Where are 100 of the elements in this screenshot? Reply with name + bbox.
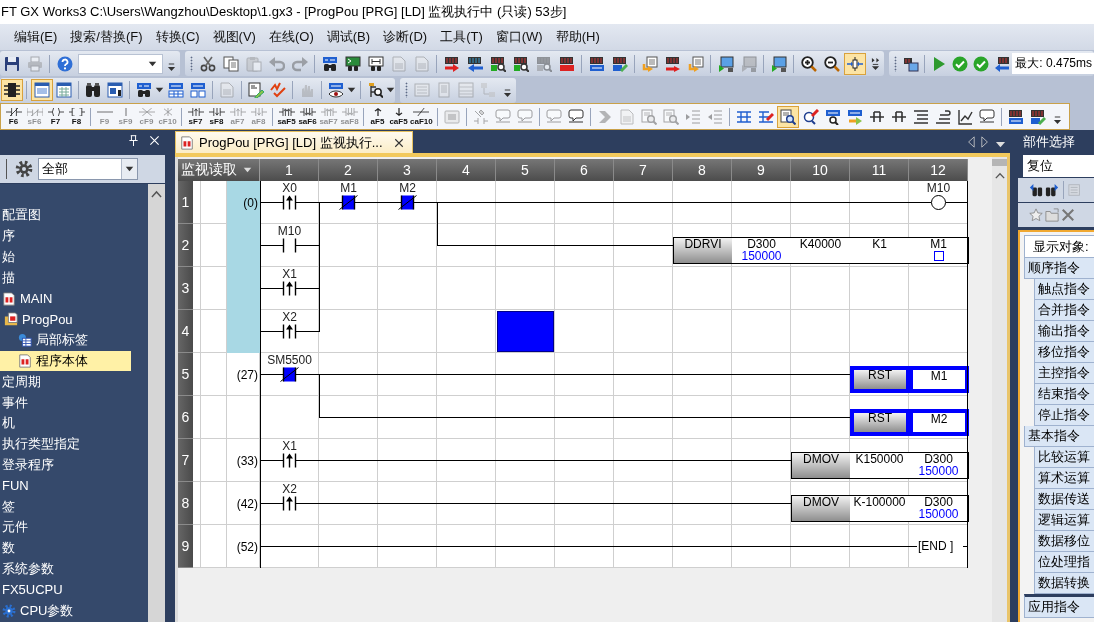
scrollbar[interactable]: [992, 157, 1007, 622]
module-screen-icon[interactable]: [902, 55, 919, 72]
list-item[interactable]: 算术运算: [1034, 468, 1094, 489]
scroll-up-icon[interactable]: [151, 190, 162, 198]
binoculars-arrow-icon[interactable]: [1029, 183, 1043, 197]
list-item[interactable]: 结束指令: [1034, 384, 1094, 405]
chart-lines-icon[interactable]: [956, 108, 973, 125]
ladder-key-button[interactable]: saF6: [297, 104, 318, 129]
ladder-key-button[interactable]: caF5: [388, 104, 409, 129]
menu-item[interactable]: 转换(C): [155, 28, 200, 46]
list-item[interactable]: 触点指令: [1034, 279, 1094, 300]
ladder-key-button[interactable]: saF5: [276, 104, 297, 129]
tree-item[interactable]: 程序本体: [0, 350, 131, 372]
table-window-icon[interactable]: [56, 82, 72, 98]
document-arrow-icon[interactable]: [687, 55, 704, 72]
menu-item[interactable]: 编辑(E): [14, 28, 58, 46]
module-magnifier-icon[interactable]: [512, 55, 529, 72]
tag-binoculars-icon[interactable]: [321, 55, 338, 72]
ladder-key-button[interactable]: F7: [45, 104, 66, 129]
caret-down-icon[interactable]: [995, 140, 1006, 148]
tree-item[interactable]: 机: [0, 412, 19, 434]
search-field[interactable]: 复位: [1023, 155, 1094, 177]
list-item[interactable]: 位处理指: [1034, 552, 1094, 573]
bracket-binoculars-icon[interactable]: [367, 55, 384, 72]
close-icon[interactable]: [393, 137, 404, 148]
overflow-icon[interactable]: [1052, 115, 1062, 124]
grid-pencil-icon[interactable]: [757, 108, 774, 125]
cut-icon[interactable]: [199, 55, 216, 72]
tree-item[interactable]: CPU参数: [0, 600, 78, 621]
module-pencil-icon[interactable]: [1029, 108, 1046, 125]
check-circle-icon[interactable]: [951, 55, 968, 72]
tree-item[interactable]: 数: [0, 537, 19, 559]
menu-item[interactable]: 搜索/替换(F): [70, 28, 143, 46]
cross-icon[interactable]: [1061, 208, 1075, 222]
ladder-key-button[interactable]: aF5: [367, 104, 388, 129]
toolbar-grip[interactable]: [894, 55, 898, 72]
menu-item[interactable]: 在线(O): [268, 28, 314, 46]
tree-item[interactable]: 元件: [0, 516, 32, 538]
screen-play-icon[interactable]: [717, 55, 734, 72]
list-item[interactable]: 逻辑运算: [1034, 510, 1094, 531]
document-arrow-icon[interactable]: [641, 55, 658, 72]
triangle-left-icon[interactable]: [967, 136, 975, 148]
category-header[interactable]: 应用指令: [1024, 594, 1094, 618]
tag-table-icon[interactable]: [168, 82, 184, 98]
tree-item[interactable]: MAIN: [0, 288, 57, 309]
tree-item[interactable]: ProgPou: [0, 309, 77, 330]
speech-bubble-icon[interactable]: [567, 108, 584, 125]
tag-table-icon[interactable]: [190, 82, 206, 98]
tree-item[interactable]: 定周期: [0, 371, 45, 393]
ladder-rung-icon[interactable]: [868, 108, 885, 125]
overflow-icon[interactable]: [503, 89, 512, 97]
list-item[interactable]: 输出指令: [1034, 321, 1094, 342]
module-magnifier-icon[interactable]: [489, 55, 506, 72]
module-arrow-icon[interactable]: [443, 55, 460, 72]
list-item[interactable]: 数据转换: [1034, 573, 1094, 594]
binoculars-icon[interactable]: [85, 82, 101, 98]
list-item[interactable]: 移位指令: [1034, 342, 1094, 363]
zoom-out-icon[interactable]: [823, 55, 840, 72]
binoculars-arrow-icon[interactable]: [1045, 183, 1059, 197]
caret-down-icon[interactable]: [347, 87, 356, 93]
list-item[interactable]: 比较运算: [1034, 447, 1094, 468]
module-arrow-icon[interactable]: [664, 55, 681, 72]
tag-magnifier-icon[interactable]: [824, 108, 841, 125]
ladder-key-button[interactable]: sF8: [206, 104, 227, 129]
scrollbar[interactable]: [148, 184, 165, 622]
check-circle-icon[interactable]: [972, 55, 989, 72]
toolbar-combo-field[interactable]: [78, 53, 163, 74]
scroll-up-icon[interactable]: [994, 172, 1005, 179]
tree-item[interactable]: 登录程序: [0, 454, 58, 476]
list-lines-icon[interactable]: [912, 108, 929, 125]
overflow-icon[interactable]: [871, 57, 881, 70]
caret-down-icon[interactable]: [155, 87, 164, 93]
scrollbar-thumb[interactable]: [992, 159, 1007, 166]
tree-item[interactable]: FX5UCPU: [0, 579, 67, 601]
list-item[interactable]: 合并指令: [1034, 300, 1094, 321]
caret-down-icon[interactable]: [386, 87, 395, 93]
ladder-key-button[interactable]: caF10: [409, 104, 434, 129]
screen-binoculars-icon[interactable]: [344, 55, 361, 72]
overflow-icon[interactable]: [167, 62, 176, 71]
menu-item[interactable]: 工具(T): [440, 28, 483, 46]
tree-item[interactable]: 始: [0, 246, 19, 268]
module-arrow-icon[interactable]: [466, 55, 483, 72]
menu-item[interactable]: 诊断(D): [383, 28, 428, 46]
copy-icon[interactable]: [222, 55, 239, 72]
tree-item[interactable]: 描: [0, 267, 19, 289]
menu-item[interactable]: 调试(B): [326, 28, 371, 46]
category-header[interactable]: 顺序指令: [1024, 258, 1094, 279]
tag-arrow-icon[interactable]: [846, 108, 863, 125]
menu-item[interactable]: 窗口(W): [495, 28, 543, 46]
magnifier-pencil-icon[interactable]: [802, 108, 819, 125]
chip-icon[interactable]: [0, 79, 23, 101]
menu-item[interactable]: 帮助(H): [555, 28, 600, 46]
ladder-key-button[interactable]: F6: [3, 104, 24, 129]
module-tag-icon[interactable]: [1007, 108, 1024, 125]
category-header[interactable]: 基本指令: [1024, 426, 1094, 447]
zigzag-check-icon[interactable]: [270, 82, 286, 98]
list-item[interactable]: 数据移位: [1034, 531, 1094, 552]
document-magnifier-icon[interactable]: [777, 105, 800, 128]
settings-icon[interactable]: [15, 160, 33, 178]
ladder-rung-icon[interactable]: [890, 108, 907, 125]
